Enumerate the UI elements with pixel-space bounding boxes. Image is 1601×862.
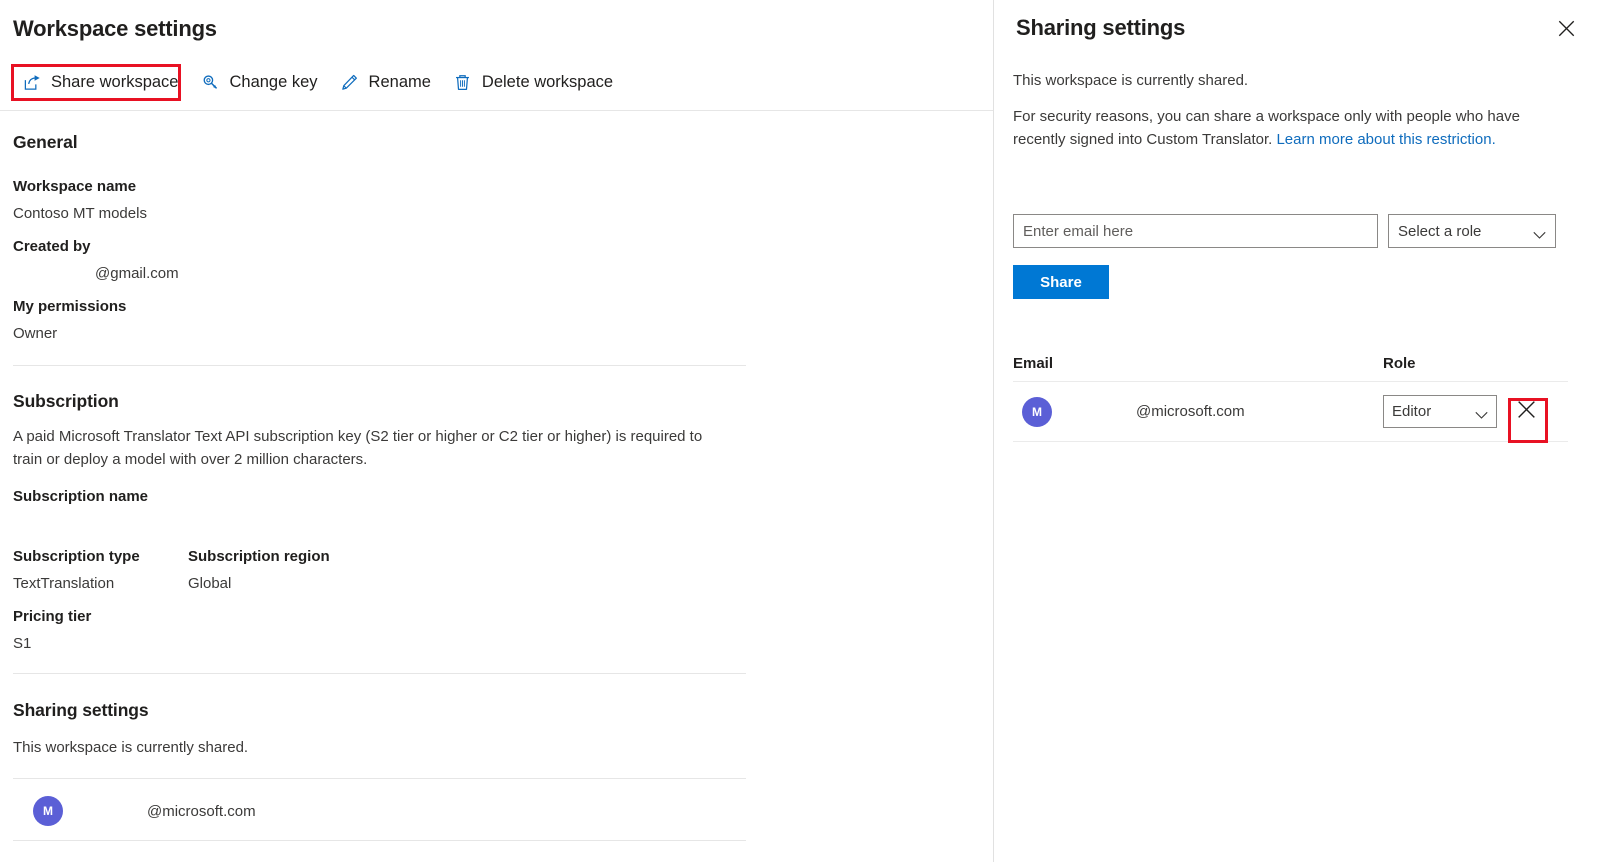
table-header-row: Email Role [1013,345,1568,382]
trash-icon [453,72,473,92]
avatar: M [33,796,63,826]
change-key-button[interactable]: Change key [192,66,325,98]
flyout-status-text: This workspace is currently shared. [1013,72,1249,89]
pencil-icon [340,72,360,92]
subscription-section-heading: Subscription [13,391,119,411]
pricing-tier-label: Pricing tier [13,608,92,625]
close-button[interactable] [1551,16,1581,46]
table-cell-email: M @microsoft.com [1013,396,1383,427]
column-header-role: Role [1383,354,1416,372]
list-item: M @microsoft.com [13,790,746,832]
share-icon [22,72,42,92]
delete-workspace-button[interactable]: Delete workspace [445,66,621,98]
subscription-description: A paid Microsoft Translator Text API sub… [13,428,703,468]
subscription-name-label: Subscription name [13,488,149,505]
close-icon [1517,400,1536,424]
subscription-region-value: Global [188,575,232,592]
key-icon [200,72,220,92]
my-permissions-value: Owner [13,325,58,342]
member-email: @microsoft.com [1136,403,1245,420]
close-icon [1558,20,1575,42]
shared-users-table: Email Role M @microsoft.com Editor [1013,345,1568,442]
created-by-label: Created by [13,238,91,255]
role-select-value: Select a role [1398,222,1482,240]
flyout-title: Sharing settings [1016,15,1186,40]
sharing-list-bottom-divider [13,840,746,841]
table-row: M @microsoft.com Editor [1013,382,1568,442]
sharing-settings-flyout: Sharing settings This workspace is curre… [994,0,1601,862]
rename-button[interactable]: Rename [332,66,439,98]
toolbar-divider [0,110,993,111]
general-section-divider [13,365,746,366]
rename-label: Rename [368,72,431,91]
flyout-note: For security reasons, you can share a wo… [1013,105,1523,151]
workspace-settings-panel: Workspace settings Share workspace Chang… [0,0,994,862]
page-title: Workspace settings [13,16,217,41]
workspace-settings-screen: Workspace settings Share workspace Chang… [0,0,1601,862]
pricing-tier-value: S1 [13,635,32,652]
subscription-type-label: Subscription type [13,548,140,565]
sharing-list-top-divider [13,778,746,779]
share-workspace-button[interactable]: Share workspace [14,66,186,98]
member-email: @microsoft.com [147,802,256,820]
table-cell-role: Editor [1383,395,1568,428]
change-key-label: Change key [229,72,318,91]
chevron-down-icon [1533,227,1546,239]
workspace-name-label: Workspace name [13,178,137,195]
column-header-email: Email [1013,354,1054,372]
my-permissions-label: My permissions [13,298,127,315]
sharing-status-text: This workspace is currently shared. [13,739,249,756]
chevron-down-icon [1475,407,1488,419]
email-input[interactable] [1013,214,1378,248]
general-section-heading: General [13,132,78,152]
row-role-select[interactable]: Editor [1383,395,1497,428]
subscription-type-value: TextTranslation [13,575,115,592]
created-by-value: @gmail.com [95,265,179,282]
workspace-toolbar: Share workspace Change key Rename Delete… [0,63,627,101]
subscription-section-divider [13,673,746,674]
share-form: Select a role [1013,214,1556,248]
learn-more-link[interactable]: Learn more about this restriction. [1276,131,1495,148]
remove-member-button[interactable] [1510,395,1542,428]
workspace-name-value: Contoso MT models [13,205,147,222]
sharing-settings-heading: Sharing settings [13,700,149,720]
subscription-region-label: Subscription region [188,548,330,565]
delete-workspace-label: Delete workspace [481,72,614,91]
row-role-value: Editor [1392,403,1432,420]
role-select[interactable]: Select a role [1388,214,1556,248]
avatar: M [1022,396,1052,427]
share-workspace-label: Share workspace [51,72,179,91]
share-button[interactable]: Share [1013,265,1109,299]
